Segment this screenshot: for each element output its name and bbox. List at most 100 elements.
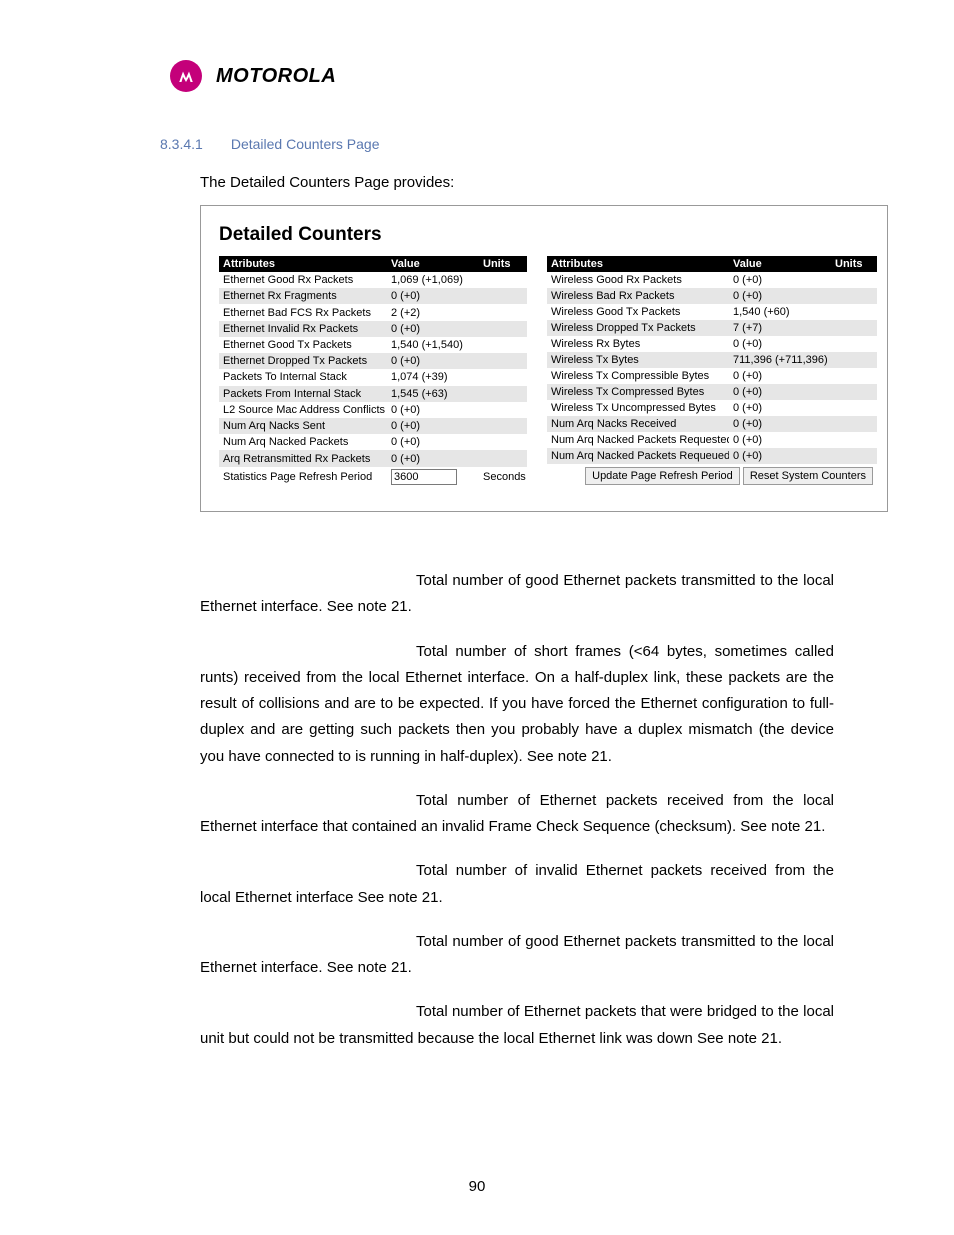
cell-units [479, 353, 527, 369]
th-unit: Units [479, 256, 527, 272]
cell-value: 1,540 (+1,540) [387, 337, 479, 353]
table-row: Num Arq Nacked Packets Requested0 (+0) [547, 432, 877, 448]
cell-attr: Packets To Internal Stack [219, 369, 387, 385]
page-number: 90 [0, 1178, 954, 1195]
table-row: Ethernet Good Rx Packets1,069 (+1,069) [219, 272, 527, 288]
table-row: Wireless Bad Rx Packets0 (+0) [547, 288, 877, 304]
table-row: Wireless Tx Compressible Bytes0 (+0) [547, 368, 877, 384]
cell-units [831, 304, 877, 320]
cell-units [479, 369, 527, 385]
cell-attr: Wireless Tx Compressed Bytes [547, 384, 729, 400]
cell-units [479, 418, 527, 434]
cell-units [479, 337, 527, 353]
cell-value: 0 (+0) [729, 368, 831, 384]
cell-attr: Arq Retransmitted Rx Packets [219, 450, 387, 466]
cell-units [831, 448, 877, 464]
cell-value: 0 (+0) [729, 432, 831, 448]
cell-attr: Num Arq Nacks Received [547, 416, 729, 432]
section-number: 8.3.4.1 [160, 136, 203, 152]
cell-attr: L2 Source Mac Address Conflicts [219, 402, 387, 418]
cell-attr: Wireless Rx Bytes [547, 336, 729, 352]
page-header: MOTOROLA [170, 60, 894, 92]
table-row: Num Arq Nacks Sent0 (+0) [219, 418, 527, 434]
cell-value: 0 (+0) [387, 450, 479, 466]
cell-attr: Wireless Tx Bytes [547, 352, 729, 368]
table-row: Num Arq Nacks Received0 (+0) [547, 416, 877, 432]
table-row: Ethernet Dropped Tx Packets0 (+0) [219, 353, 527, 369]
para: Total number of Ethernet packets receive… [200, 792, 834, 835]
cell-units [831, 272, 877, 288]
table-row: Num Arq Nacked Packets0 (+0) [219, 434, 527, 450]
motorola-logo-icon [170, 60, 202, 92]
cell-attr: Packets From Internal Stack [219, 386, 387, 402]
section-heading: 8.3.4.1 Detailed Counters Page [170, 136, 894, 152]
table-row: Packets To Internal Stack1,074 (+39) [219, 369, 527, 385]
para: Total number of invalid Ethernet packets… [200, 862, 834, 905]
cell-attr: Wireless Good Rx Packets [547, 272, 729, 288]
body-text: Total number of good Ethernet packets tr… [200, 568, 834, 1052]
cell-units [831, 336, 877, 352]
cell-value: 1,540 (+60) [729, 304, 831, 320]
para: Total number of Ethernet packets that we… [200, 1003, 834, 1046]
reset-counters-button[interactable]: Reset System Counters [743, 467, 873, 485]
table-row: Wireless Tx Bytes711,396 (+711,396) [547, 352, 877, 368]
section-title: Detailed Counters Page [231, 136, 380, 152]
cell-attr: Wireless Bad Rx Packets [547, 288, 729, 304]
counters-table-right: Attributes Value Units Wireless Good Rx … [547, 256, 877, 487]
cell-value: 711,396 (+711,396) [729, 352, 831, 368]
cell-value: 0 (+0) [729, 336, 831, 352]
cell-attr: Ethernet Good Rx Packets [219, 272, 387, 288]
th-attr: Attributes [219, 256, 387, 272]
cell-value: 0 (+0) [387, 402, 479, 418]
cell-units [479, 321, 527, 337]
cell-value: 1,545 (+63) [387, 386, 479, 402]
cell-units [479, 304, 527, 320]
detailed-counters-panel: Detailed Counters Attributes Value Units… [200, 205, 888, 512]
cell-attr: Wireless Tx Compressible Bytes [547, 368, 729, 384]
update-refresh-button[interactable]: Update Page Refresh Period [585, 467, 740, 485]
cell-attr: Wireless Good Tx Packets [547, 304, 729, 320]
th-val: Value [387, 256, 479, 272]
table-row: Wireless Dropped Tx Packets7 (+7) [547, 320, 877, 336]
table-row: Arq Retransmitted Rx Packets0 (+0) [219, 450, 527, 466]
table-row: L2 Source Mac Address Conflicts0 (+0) [219, 402, 527, 418]
refresh-input[interactable] [391, 469, 457, 485]
table-row: Ethernet Good Tx Packets1,540 (+1,540) [219, 337, 527, 353]
cell-units [831, 400, 877, 416]
cell-value: 0 (+0) [387, 434, 479, 450]
cell-value: 0 (+0) [729, 384, 831, 400]
cell-value: 0 (+0) [729, 416, 831, 432]
table-row: Wireless Rx Bytes0 (+0) [547, 336, 877, 352]
para: Total number of short frames (<64 bytes,… [200, 643, 834, 765]
cell-attr: Ethernet Rx Fragments [219, 288, 387, 304]
table-row: Packets From Internal Stack1,545 (+63) [219, 386, 527, 402]
cell-units [831, 320, 877, 336]
cell-attr: Wireless Tx Uncompressed Bytes [547, 400, 729, 416]
table-row: Wireless Good Tx Packets1,540 (+60) [547, 304, 877, 320]
panel-title: Detailed Counters [219, 224, 869, 246]
cell-units [479, 402, 527, 418]
cell-value: 0 (+0) [729, 288, 831, 304]
cell-attr: Wireless Dropped Tx Packets [547, 320, 729, 336]
brand-text: MOTOROLA [216, 65, 336, 88]
cell-attr: Num Arq Nacked Packets [219, 434, 387, 450]
th-val: Value [729, 256, 831, 272]
cell-units [479, 288, 527, 304]
cell-units [479, 450, 527, 466]
cell-value: 0 (+0) [729, 400, 831, 416]
table-row: Wireless Tx Compressed Bytes0 (+0) [547, 384, 877, 400]
table-row: Wireless Good Rx Packets0 (+0) [547, 272, 877, 288]
refresh-label: Statistics Page Refresh Period [219, 467, 387, 487]
cell-units [831, 416, 877, 432]
cell-value: 0 (+0) [387, 418, 479, 434]
intro-text: The Detailed Counters Page provides: [200, 174, 894, 191]
cell-units [479, 386, 527, 402]
cell-attr: Num Arq Nacks Sent [219, 418, 387, 434]
table-row: Ethernet Rx Fragments0 (+0) [219, 288, 527, 304]
table-row: Num Arq Nacked Packets Requeued0 (+0) [547, 448, 877, 464]
para: Total number of good Ethernet packets tr… [200, 933, 834, 976]
cell-attr: Ethernet Bad FCS Rx Packets [219, 304, 387, 320]
cell-value: 7 (+7) [729, 320, 831, 336]
cell-units [831, 432, 877, 448]
counters-table-left: Attributes Value Units Ethernet Good Rx … [219, 256, 527, 487]
